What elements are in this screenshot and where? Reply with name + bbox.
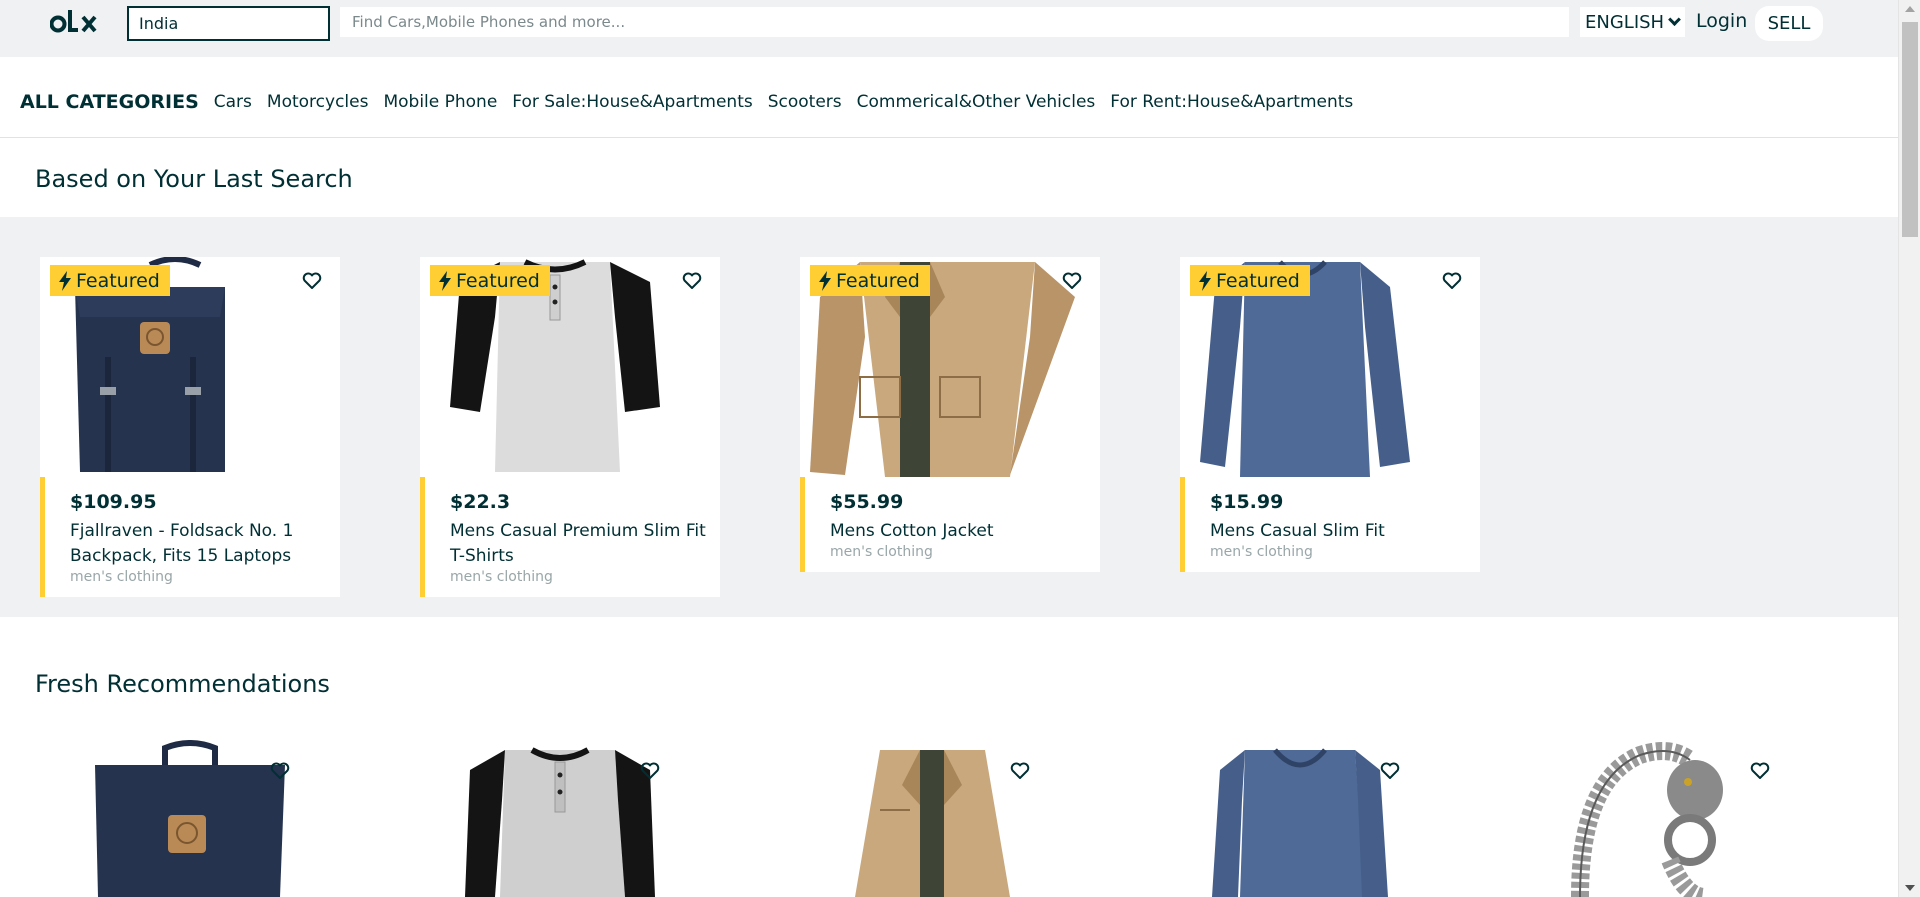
search-input[interactable] <box>340 7 1569 37</box>
heart-icon[interactable] <box>1442 272 1462 290</box>
language-select[interactable]: ENGLISH <box>1580 7 1685 37</box>
heart-icon[interactable] <box>1010 762 1030 780</box>
card-price: $109.95 <box>70 491 157 513</box>
chevron-down-icon <box>1668 12 1681 26</box>
featured-badge: Featured <box>430 265 550 296</box>
jacket-image <box>855 750 1010 897</box>
category-for-sale-houses[interactable]: For Sale:House&Apartments <box>512 92 752 112</box>
login-link[interactable]: Login <box>1696 10 1747 32</box>
lightning-icon <box>1199 270 1211 291</box>
featured-badge: Featured <box>1190 265 1310 296</box>
scroll-down-icon[interactable] <box>1905 885 1915 891</box>
card-name: Mens Cotton Jacket <box>830 521 994 541</box>
card-name: Fjallraven - Foldsack No. 1 Backpack, Fi… <box>70 521 294 566</box>
category-bar: ALL CATEGORIES Cars Motorcycles Mobile P… <box>0 66 1898 138</box>
category-scooters[interactable]: Scooters <box>768 92 842 112</box>
card-category: men's clothing <box>450 569 553 585</box>
card-info: $22.3 Mens Casual Premium Slim Fit T-Shi… <box>420 477 720 597</box>
card-price: $15.99 <box>1210 491 1284 513</box>
card-price: $22.3 <box>450 491 511 513</box>
category-for-rent-houses[interactable]: For Rent:House&Apartments <box>1110 92 1353 112</box>
long-sleeve-shirt-image <box>1212 748 1388 897</box>
card-price: $55.99 <box>830 491 904 513</box>
heart-icon[interactable] <box>640 762 660 780</box>
language-label: ENGLISH <box>1585 11 1665 33</box>
card-info: $15.99 Mens Casual Slim Fit men's clothi… <box>1180 477 1480 572</box>
category-motorcycles[interactable]: Motorcycles <box>267 92 369 112</box>
scrollbar-thumb[interactable] <box>1902 22 1918 237</box>
dragon-bracelet-image <box>1571 742 1723 897</box>
category-cars[interactable]: Cars <box>214 92 252 112</box>
card-category: men's clothing <box>1210 544 1313 560</box>
location-input[interactable] <box>127 6 330 41</box>
featured-label: Featured <box>1216 269 1300 292</box>
heart-icon[interactable] <box>270 762 290 780</box>
card-info: $55.99 Mens Cotton Jacket men's clothing <box>800 477 1100 572</box>
lightning-icon <box>439 270 451 291</box>
olx-logo[interactable] <box>50 9 102 39</box>
product-card[interactable]: Featured $22.3 Mens Casual Premium Slim … <box>420 257 720 597</box>
heart-icon[interactable] <box>682 272 702 290</box>
card-info: $109.95 Fjallraven - Foldsack No. 1 Back… <box>40 477 340 597</box>
all-categories-link[interactable]: ALL CATEGORIES <box>20 91 199 113</box>
product-card[interactable]: Featured $109.95 Fjallraven - Foldsack N… <box>40 257 340 597</box>
product-card[interactable]: Featured $15.99 Mens Casual Slim Fit men… <box>1180 257 1480 572</box>
page-scrollbar[interactable] <box>1898 0 1920 897</box>
fresh-item[interactable] <box>1150 740 1450 897</box>
featured-label: Featured <box>456 269 540 292</box>
fresh-item[interactable] <box>410 740 710 897</box>
card-category: men's clothing <box>70 569 173 585</box>
last-search-title: Based on Your Last Search <box>35 165 353 193</box>
category-commercial-vehicles[interactable]: Commerical&Other Vehicles <box>857 92 1096 112</box>
scroll-up-icon[interactable] <box>1905 6 1915 12</box>
card-name: Mens Casual Premium Slim Fit T-Shirts <box>450 521 706 566</box>
product-card[interactable]: Featured $55.99 Mens Cotton Jacket men's… <box>800 257 1100 572</box>
card-name: Mens Casual Slim Fit <box>1210 521 1385 541</box>
featured-label: Featured <box>76 269 160 292</box>
card-category: men's clothing <box>830 544 933 560</box>
backpack-image <box>95 740 285 897</box>
fresh-item[interactable] <box>40 740 340 897</box>
fresh-item[interactable] <box>780 740 1080 897</box>
heart-icon[interactable] <box>1750 762 1770 780</box>
heart-icon[interactable] <box>1380 762 1400 780</box>
raglan-shirt-image <box>465 747 655 897</box>
featured-label: Featured <box>836 269 920 292</box>
lightning-icon <box>59 270 71 291</box>
fresh-item[interactable] <box>1520 740 1820 897</box>
featured-badge: Featured <box>810 265 930 296</box>
heart-icon[interactable] <box>302 272 322 290</box>
lightning-icon <box>819 270 831 291</box>
featured-badge: Featured <box>50 265 170 296</box>
top-header: ENGLISH Login SELL <box>0 0 1898 60</box>
sell-button[interactable]: SELL <box>1755 6 1823 41</box>
fresh-recommendations-title: Fresh Recommendations <box>35 670 330 698</box>
category-mobile-phone[interactable]: Mobile Phone <box>383 92 497 112</box>
heart-icon[interactable] <box>1062 272 1082 290</box>
